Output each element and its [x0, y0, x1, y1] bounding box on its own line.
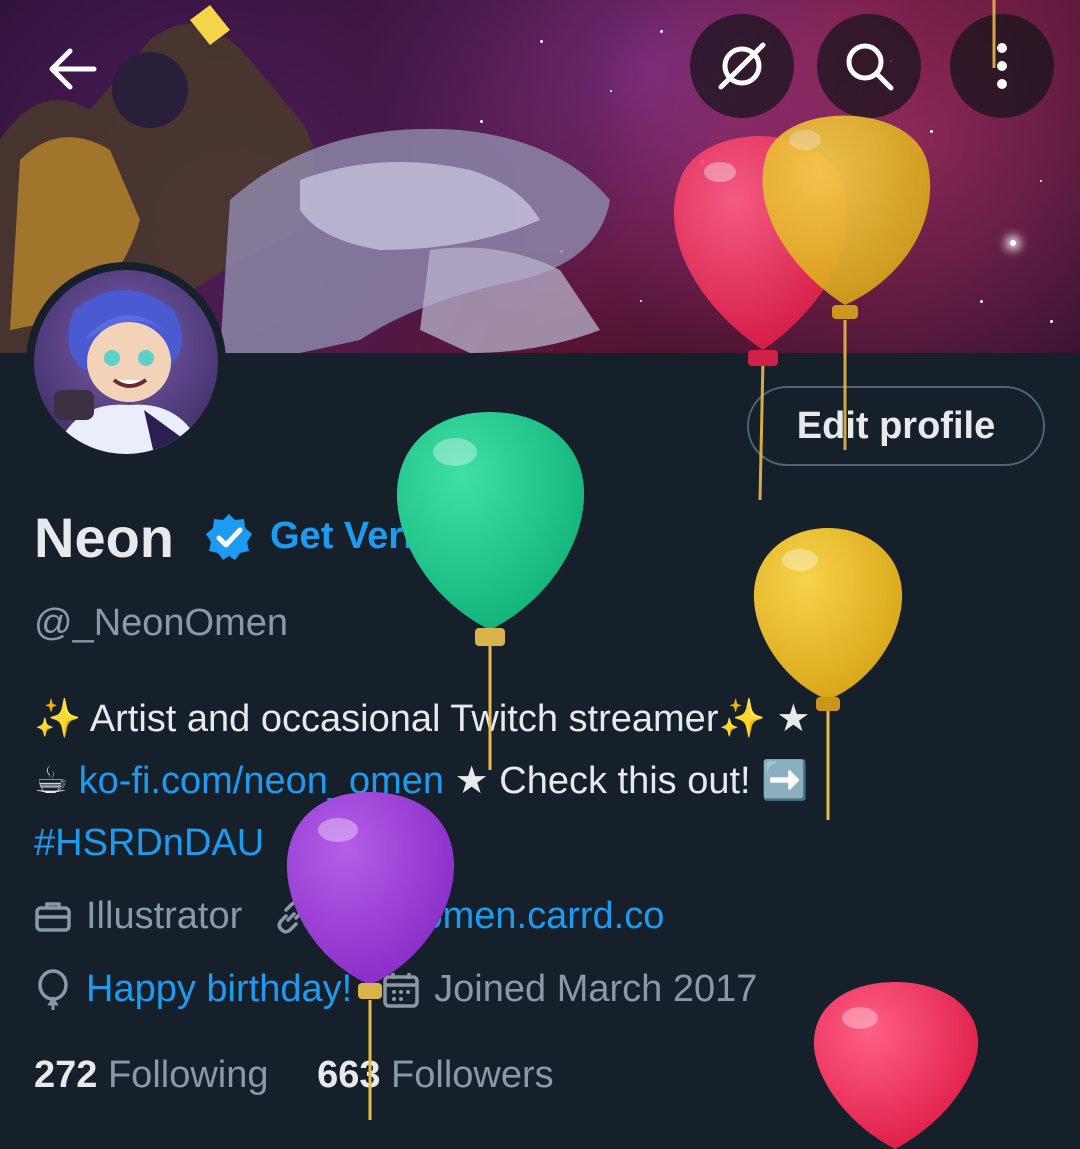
birthday-balloons-overlay	[286, 0, 996, 1149]
balloon-purple	[286, 792, 455, 1120]
balloon-red-bottom	[813, 982, 979, 1149]
balloon-yellow-right	[753, 528, 903, 820]
balloon-yellow-top	[762, 0, 996, 450]
balloon-green	[396, 412, 585, 770]
